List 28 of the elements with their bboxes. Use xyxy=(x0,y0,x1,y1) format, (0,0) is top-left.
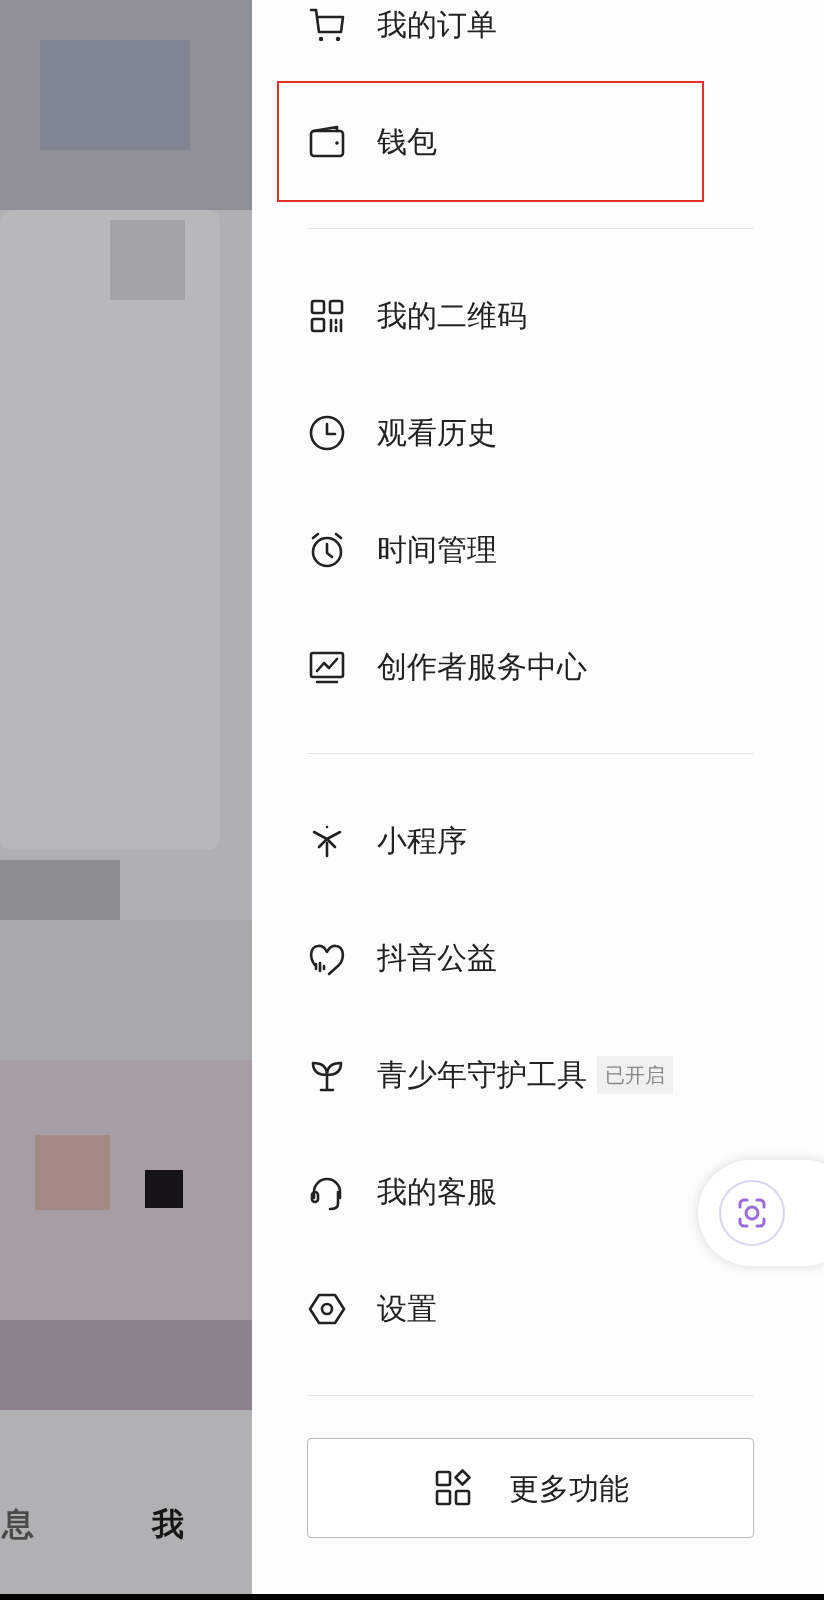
menu-item[interactable]: 我的订单 xyxy=(307,0,497,83)
menu-item[interactable]: 设置 xyxy=(307,1250,437,1367)
more-features-button[interactable]: 更多功能 xyxy=(307,1438,754,1538)
menu-item[interactable]: 时间管理 xyxy=(307,491,497,608)
camera-button[interactable] xyxy=(698,1160,824,1266)
status-badge: 已开启 xyxy=(597,1055,673,1094)
menu-label: 观看历史 xyxy=(377,414,497,452)
menu-label: 时间管理 xyxy=(377,531,497,569)
menu-item[interactable]: 创作者服务中心 xyxy=(307,608,587,725)
menu-label: 创作者服务中心 xyxy=(377,648,587,686)
menu-item[interactable]: 观看历史 xyxy=(307,374,497,491)
menu-item[interactable]: 小程序 xyxy=(307,782,467,899)
menu-label: 我的订单 xyxy=(377,6,497,44)
tab[interactable]: 息 xyxy=(2,1500,34,1548)
menu-item[interactable]: 青少年守护工具 已开启 xyxy=(307,1016,673,1133)
menu-item[interactable]: 钱包 xyxy=(279,83,702,200)
menu-item[interactable]: 抖音公益 xyxy=(307,899,497,1016)
menu-item[interactable]: 我的二维码 xyxy=(307,257,527,374)
camera-scan-icon xyxy=(718,1179,786,1247)
menu-label: 我的二维码 xyxy=(377,297,527,335)
tab[interactable]: 我 xyxy=(152,1500,184,1548)
menu-label: 我的客服 xyxy=(377,1173,497,1211)
menu-label: 钱包 xyxy=(377,123,437,161)
menu-item[interactable]: 我的客服 xyxy=(307,1133,497,1250)
menu-label: 小程序 xyxy=(377,822,467,860)
menu-label: 设置 xyxy=(377,1290,437,1328)
menu-label: 青少年守护工具 xyxy=(377,1056,587,1094)
menu-label: 抖音公益 xyxy=(377,939,497,977)
